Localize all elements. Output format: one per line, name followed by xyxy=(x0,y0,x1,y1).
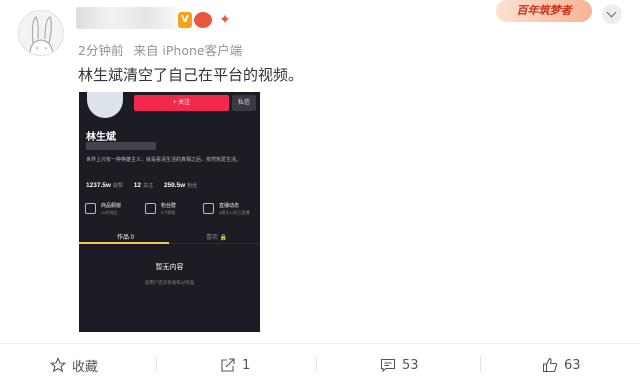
post-text: 林生斌清空了自己在平台的视频。 xyxy=(78,66,304,84)
card-sub: 6周天10月已直播 xyxy=(219,210,250,215)
thumbs-up-icon xyxy=(542,357,558,373)
live-icon xyxy=(203,203,214,214)
level-badge-icon xyxy=(194,12,212,28)
fan-group-card: 粉丝群 5个群聊 xyxy=(143,199,197,219)
collect-button[interactable]: 收藏 xyxy=(50,356,99,375)
gift-badge-icon: ✦ xyxy=(216,12,234,28)
follow-button: + 关注 xyxy=(134,95,229,111)
comment-button[interactable]: 53 xyxy=(380,356,419,374)
post-timestamp: 2分钟前 xyxy=(78,43,124,58)
card-sub: 5个群聊 xyxy=(161,210,176,215)
stat-value: 12 xyxy=(133,182,141,189)
shop-window-card: 商品橱窗 26件商品 xyxy=(83,199,137,219)
collect-label: 收藏 xyxy=(72,359,99,375)
cart-icon xyxy=(85,203,96,214)
profile-name: 林生斌 xyxy=(86,132,116,143)
promo-banner[interactable]: 百年筑梦者 xyxy=(496,0,592,22)
card-title: 商品橱窗 xyxy=(101,203,122,209)
share-icon xyxy=(221,358,235,372)
card-title: 粉丝群 xyxy=(161,203,177,209)
stat-label: 获赞 xyxy=(112,183,123,189)
stat-label: 关注 xyxy=(143,183,154,189)
tab-underline xyxy=(79,242,169,244)
stat-value: 1237.5w xyxy=(86,182,111,189)
tab-likes: 喜欢 🔒 xyxy=(206,235,228,241)
separator xyxy=(480,356,481,372)
profile-avatar xyxy=(87,92,123,118)
share-button[interactable]: 1 xyxy=(220,356,250,374)
group-icon xyxy=(145,203,156,214)
stat-label: 粉丝 xyxy=(187,183,198,189)
divider xyxy=(0,343,640,344)
chevron-down-icon[interactable] xyxy=(602,4,622,24)
username-blurred[interactable] xyxy=(76,7,176,29)
like-button[interactable]: 63 xyxy=(542,356,581,374)
post-meta: 2分钟前 来自 iPhone客户端 xyxy=(78,40,248,59)
verified-badge-icon: V xyxy=(178,12,192,28)
post-source: 来自 iPhone客户端 xyxy=(133,43,243,58)
profile-id-blurred xyxy=(86,142,156,150)
profile-bio: 世界上只有一种英雄主义，就是看清生活的真相之后，依然热爱生活。 xyxy=(86,157,242,163)
stat-value: 259.5w xyxy=(163,182,186,189)
live-card: 直播动态 6周天10月已直播 xyxy=(201,199,255,219)
star-icon xyxy=(50,357,66,373)
message-button: 私信 xyxy=(232,95,256,111)
empty-subtitle: 该用户还没有发布过作品 xyxy=(144,280,195,285)
empty-title: 暂无内容 xyxy=(155,264,184,271)
share-count: 1 xyxy=(242,357,251,373)
avatar[interactable] xyxy=(18,10,64,56)
like-count: 63 xyxy=(564,357,581,373)
separator xyxy=(156,356,157,372)
separator xyxy=(316,356,317,372)
comment-count: 53 xyxy=(402,357,419,373)
bunny-avatar-icon xyxy=(29,16,54,55)
card-title: 直播动态 xyxy=(219,203,240,209)
profile-stats: 1237.5w 获赞 12 关注 259.5w 粉丝 xyxy=(86,182,206,189)
card-sub: 26件商品 xyxy=(101,210,118,215)
embedded-screenshot[interactable]: + 关注 私信 林生斌 世界上只有一种英雄主义，就是看清生活的真相之后，依然热爱… xyxy=(79,92,260,332)
tab-works: 作品 0 xyxy=(117,235,135,241)
comment-icon xyxy=(380,358,396,373)
